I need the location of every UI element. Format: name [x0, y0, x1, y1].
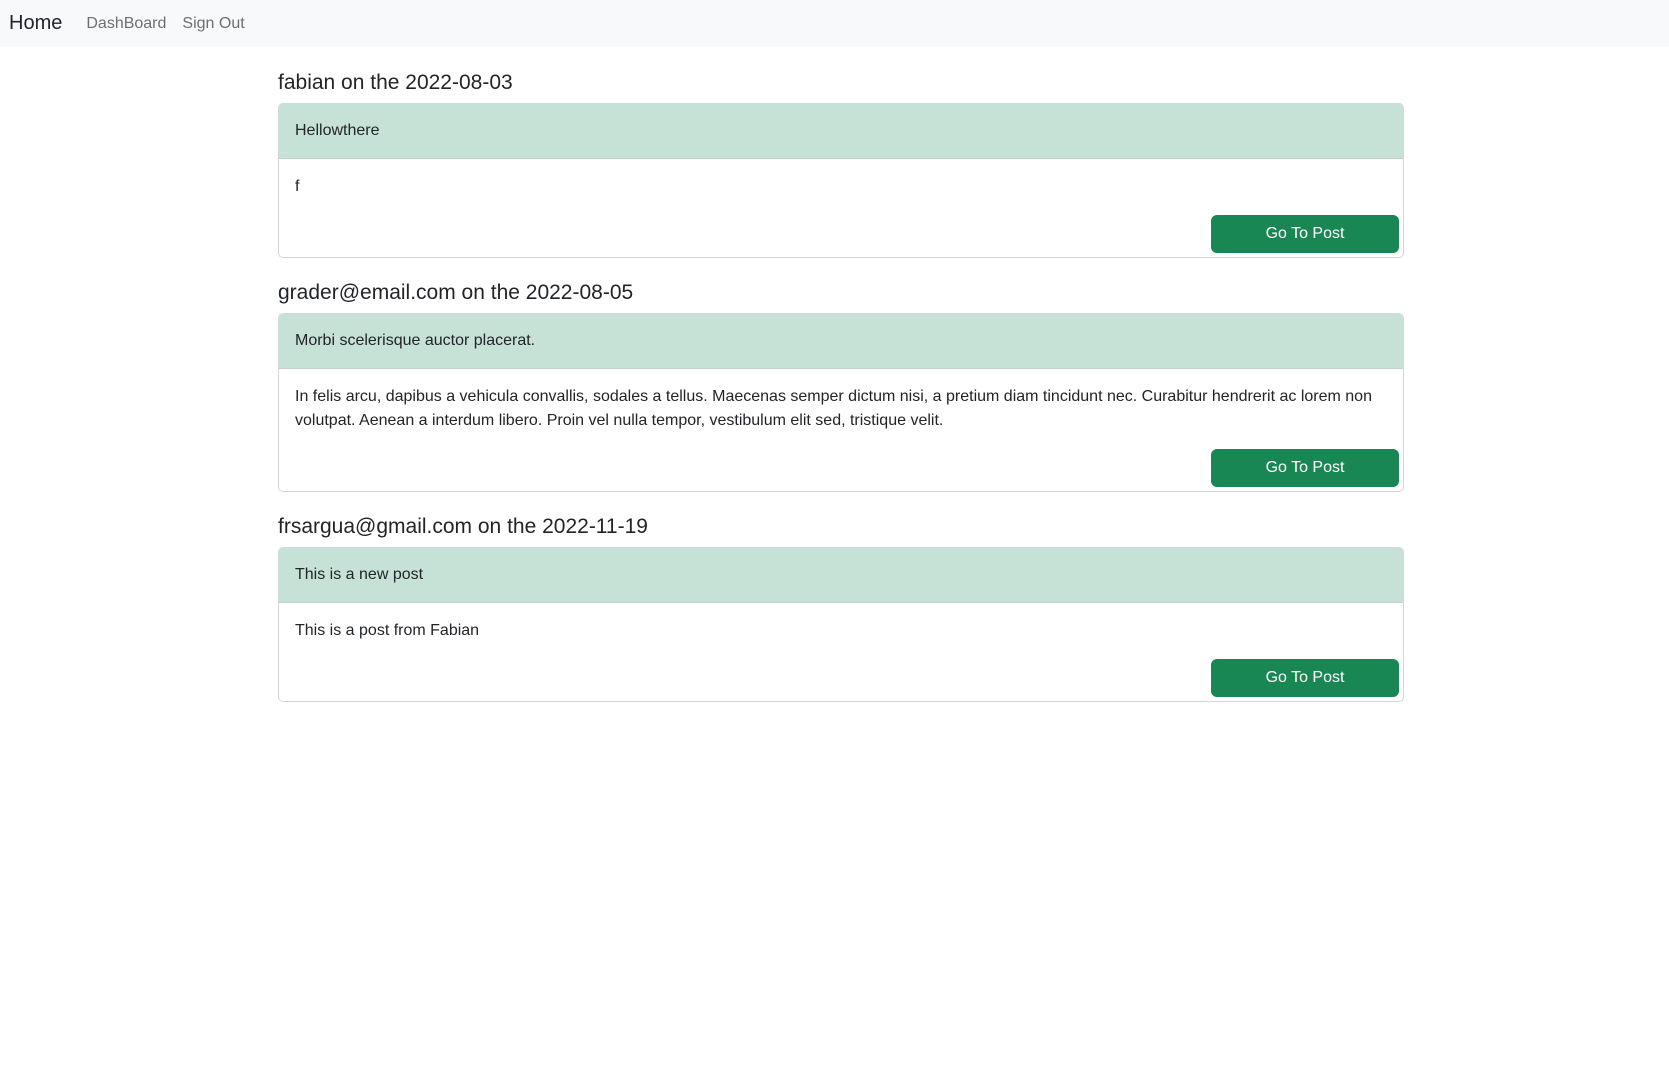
- post-title: Morbi scelerisque auctor placerat.: [279, 314, 1403, 369]
- go-to-post-button[interactable]: Go To Post: [1211, 449, 1399, 487]
- post-title: This is a new post: [279, 548, 1403, 603]
- top-navbar: Home DashBoard Sign Out: [0, 0, 1669, 47]
- post-content: In felis arcu, dapibus a vehicula conval…: [295, 388, 1372, 429]
- post-body: f Go To Post: [279, 159, 1403, 257]
- nav-home-link[interactable]: Home: [9, 12, 62, 35]
- post-body: In felis arcu, dapibus a vehicula conval…: [279, 369, 1403, 491]
- post-content: This is a post from Fabian: [295, 622, 480, 639]
- post-card: This is a new post This is a post from F…: [278, 547, 1404, 702]
- post-item: grader@email.com on the 2022-08-05 Morbi…: [278, 281, 1404, 492]
- post-item: fabian on the 2022-08-03 Hellowthere f G…: [278, 71, 1404, 258]
- post-actions: Go To Post: [295, 215, 1399, 253]
- post-actions: Go To Post: [295, 659, 1399, 697]
- post-author-date: frsargua@gmail.com on the 2022-11-19: [278, 515, 648, 538]
- post-content: f: [295, 178, 300, 195]
- post-card: Morbi scelerisque auctor placerat. In fe…: [278, 313, 1404, 492]
- post-actions: Go To Post: [295, 449, 1399, 487]
- post-author-date: fabian on the 2022-08-03: [278, 71, 513, 94]
- posts-container: fabian on the 2022-08-03 Hellowthere f G…: [278, 47, 1404, 702]
- post-title: Hellowthere: [279, 104, 1403, 159]
- post-item: frsargua@gmail.com on the 2022-11-19 Thi…: [278, 515, 1404, 702]
- nav-sign-out-link[interactable]: Sign Out: [182, 15, 244, 33]
- nav-dashboard-link[interactable]: DashBoard: [86, 15, 166, 33]
- go-to-post-button[interactable]: Go To Post: [1211, 215, 1399, 253]
- go-to-post-button[interactable]: Go To Post: [1211, 659, 1399, 697]
- post-body: This is a post from Fabian Go To Post: [279, 603, 1403, 701]
- post-card: Hellowthere f Go To Post: [278, 103, 1404, 258]
- post-author-date: grader@email.com on the 2022-08-05: [278, 281, 634, 304]
